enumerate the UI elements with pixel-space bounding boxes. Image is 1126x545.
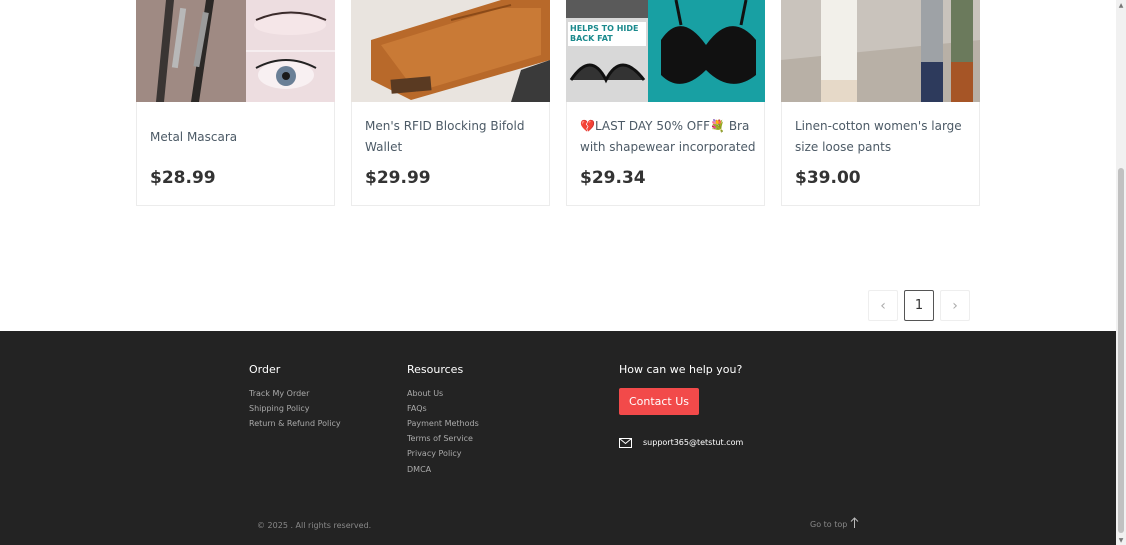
product-grid: Metal Mascara $28.99 Men's RFID Blocking… [0, 0, 1116, 331]
product-price: $28.99 [150, 168, 216, 188]
page: Metal Mascara $28.99 Men's RFID Blocking… [0, 0, 1116, 545]
mail-icon [619, 433, 632, 452]
product-card[interactable]: Men's RFID Blocking Bifold Wallet $29.99 [351, 0, 550, 206]
product-name[interactable]: Men's RFID Blocking Bifold Wallet [365, 113, 543, 161]
order-heading: Order [249, 363, 281, 376]
footer-link-payment-methods[interactable]: Payment Methods [407, 419, 479, 428]
product-image[interactable]: HELPS TO HIDE BACK FAT [566, 0, 765, 102]
support-email[interactable]: support365@tetstut.com [643, 438, 743, 447]
scrollbar-thumb[interactable] [1118, 168, 1124, 533]
footer-link-about-us[interactable]: About Us [407, 389, 443, 398]
footer: Order Track My Order Shipping Policy Ret… [0, 331, 1116, 545]
next-page-button[interactable]: › [940, 290, 970, 321]
product-image[interactable] [351, 0, 550, 102]
product-card[interactable]: Metal Mascara $28.99 [136, 0, 335, 206]
email-row[interactable]: support365@tetstut.com [619, 433, 743, 452]
product-image[interactable] [136, 0, 335, 102]
image-caption: HELPS TO HIDE BACK FAT [570, 24, 639, 43]
footer-link-privacy[interactable]: Privacy Policy [407, 449, 462, 458]
prev-page-button[interactable]: ‹ [868, 290, 898, 321]
copyright: © 2025 . All rights reserved. [257, 521, 372, 530]
footer-link-faqs[interactable]: FAQs [407, 404, 427, 413]
help-heading: How can we help you? [619, 363, 743, 376]
go-to-top[interactable]: Go to top [810, 517, 859, 531]
footer-link-dmca[interactable]: DMCA [407, 465, 431, 474]
product-card[interactable]: HELPS TO HIDE BACK FAT 💔LAST DAY 50% OFF… [566, 0, 765, 206]
vertical-scrollbar[interactable]: ▲ ▼ [1116, 0, 1126, 545]
footer-link-track-order[interactable]: Track My Order [249, 389, 309, 398]
product-price: $29.99 [365, 168, 431, 188]
arrow-up-icon[interactable] [850, 517, 859, 531]
scroll-down-arrow-icon[interactable]: ▼ [1116, 535, 1126, 545]
product-card[interactable]: Linen-cotton women's large size loose pa… [781, 0, 980, 206]
go-to-top-label[interactable]: Go to top [810, 520, 847, 529]
contact-us-button[interactable]: Contact Us [619, 388, 699, 415]
product-name[interactable]: Linen-cotton women's large size loose pa… [795, 113, 973, 161]
footer-link-shipping-policy[interactable]: Shipping Policy [249, 404, 309, 413]
product-price: $29.34 [580, 168, 646, 188]
product-price: $39.00 [795, 168, 861, 188]
page-1-button[interactable]: 1 [904, 290, 934, 321]
resources-heading: Resources [407, 363, 464, 376]
product-image[interactable] [781, 0, 980, 102]
product-name[interactable]: 💔LAST DAY 50% OFF💐 Bra with shapewear in… [580, 113, 758, 161]
scroll-up-arrow-icon[interactable]: ▲ [1116, 0, 1126, 10]
product-name[interactable]: Metal Mascara [150, 113, 328, 161]
footer-link-terms[interactable]: Terms of Service [407, 434, 473, 443]
footer-link-return-policy[interactable]: Return & Refund Policy [249, 419, 341, 428]
